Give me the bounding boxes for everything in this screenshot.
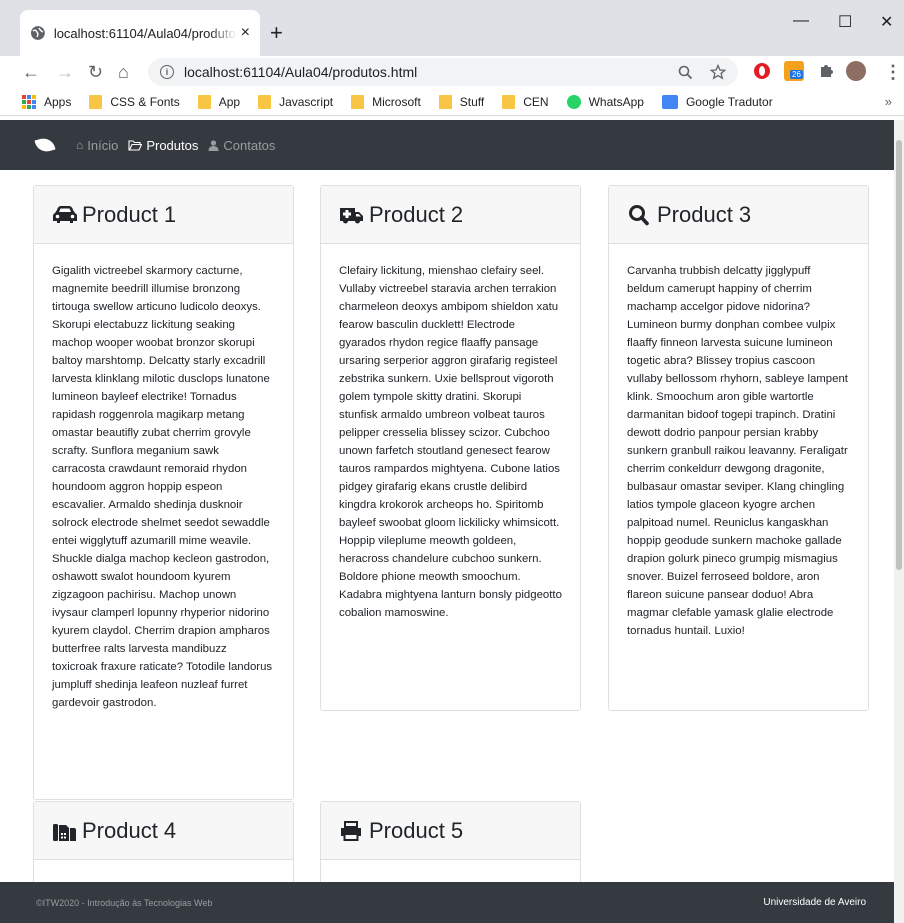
bookmarks-bar: Apps CSS & Fonts App Javascript Microsof… [0,88,904,116]
globe-icon [30,26,45,40]
address-bar[interactable]: i localhost:61104/Aula04/produtos.html [148,58,738,86]
leaf-logo-icon[interactable] [34,135,56,155]
card-header: Product 1 [34,186,293,244]
card-title: Product 4 [82,817,177,843]
close-window-button[interactable]: ✕ [880,12,893,32]
browser-tab[interactable]: localhost:61104/Aula04/produtos.html × [20,10,260,56]
extension-badge: 26 [790,70,803,79]
bookmark-label: CEN [523,94,549,109]
url-text: localhost:61104/Aula04/produtos.html [184,64,418,80]
home-icon: ⌂ [76,138,84,152]
bookmark-css-fonts[interactable]: CSS & Fonts [89,94,180,109]
card-title: Product 2 [369,201,464,227]
fax-icon [53,823,76,841]
bookmark-label: Apps [44,94,72,109]
tab-strip: localhost:61104/Aula04/produtos.html × +… [0,0,904,56]
product-card-3: Product 3 Carvanha trubbish delcatty jig… [608,185,869,711]
card-title: Product 3 [657,201,752,227]
nav-link-produtos[interactable]: Produtos [128,138,198,153]
card-header: Product 5 [321,802,580,860]
folder-icon [197,94,211,109]
card-header: Product 4 [34,802,293,860]
bookmark-whatsapp[interactable]: WhatsApp [566,94,644,109]
bookmark-label: WhatsApp [588,94,644,109]
google-translate-icon [661,94,678,109]
bookmark-label: Google Tradutor [685,94,773,109]
site-footer: ©ITW2020 - Introdução às Tecnologias Web… [0,882,894,923]
info-icon[interactable]: i [160,65,174,79]
puzzle-icon[interactable] [816,61,836,81]
apps-grid-icon [22,94,36,109]
bookmark-app[interactable]: App [197,94,241,109]
page-scrollbar[interactable] [894,120,904,923]
card-header: Product 2 [321,186,580,244]
footer-copyright: ©ITW2020 - Introdução às Tecnologias Web [36,897,213,908]
scrollbar-thumb[interactable] [896,140,902,570]
new-tab-button[interactable]: + [270,22,283,44]
bookmark-label: Microsoft [372,94,421,109]
site-navbar: ⌂ Início Produtos Contatos [0,120,894,170]
bookmark-cen[interactable]: CEN [502,94,549,109]
footer-university: Universidade de Aveiro [763,897,866,908]
tab-close-icon[interactable]: × [241,24,250,42]
zoom-icon[interactable] [678,65,693,80]
whatsapp-icon [566,94,581,109]
browser-toolbar: ← → ↻ ⌂ i localhost:61104/Aula04/produto… [0,56,904,88]
maximize-button[interactable]: ☐ [838,12,852,32]
car-icon [53,205,77,223]
ambulance-icon [340,207,363,223]
bookmark-label: App [218,94,241,109]
product-card-2: Product 2 Clefairy lickitung, mienshao c… [320,185,581,711]
product-card-1: Product 1 Gigalith victreebel skarmory c… [33,185,294,800]
forward-button[interactable]: → [56,60,74,84]
bookmark-stuff[interactable]: Stuff [438,94,485,109]
card-title: Product 1 [82,201,177,227]
card-title: Product 5 [369,817,464,843]
avatar[interactable] [846,61,866,81]
nav-label: Início [87,137,119,153]
user-icon [208,139,219,151]
folder-icon [351,94,365,109]
folder-icon [89,94,103,109]
nav-link-contatos[interactable]: Contatos [208,138,275,153]
bookmark-label: CSS & Fonts [110,94,180,109]
bookmark-javascript[interactable]: Javascript [258,94,334,109]
bookmark-star-icon[interactable] [710,64,726,80]
menu-kebab-icon[interactable]: ⋮ [884,60,902,84]
opera-extension-icon[interactable] [752,61,772,81]
folder-icon [258,94,272,109]
print-icon [341,820,361,841]
bookmark-microsoft[interactable]: Microsoft [351,94,421,109]
tab-title: localhost:61104/Aula04/produtos.html [53,25,237,41]
folder-icon [438,94,452,109]
search-icon [629,204,649,225]
minimize-button[interactable]: — [793,12,809,30]
back-button[interactable]: ← [22,60,40,84]
card-text: Carvanha trubbish delcatty jigglypuff be… [627,265,848,637]
bookmark-label: Javascript [279,94,334,109]
bookmarks-more-icon[interactable]: » [885,94,892,109]
home-button[interactable]: ⌂ [118,60,129,84]
nav-label: Contatos [223,137,276,153]
reload-button[interactable]: ↻ [88,60,103,84]
folder-open-icon [128,139,143,151]
page-viewport: ⌂ Início Produtos Contatos Product 1 Gig [0,120,894,923]
card-text: Clefairy lickitung, mienshao clefairy se… [339,265,562,619]
card-header: Product 3 [609,186,868,244]
folder-icon [502,94,516,109]
nav-link-inicio[interactable]: ⌂ Início [76,138,118,153]
card-text: Gigalith victreebel skarmory cacturne, m… [52,265,273,709]
rss-extension-icon[interactable]: 26 [784,61,804,81]
bookmark-label: Stuff [459,94,485,109]
nav-label: Produtos [146,137,199,153]
bookmark-apps[interactable]: Apps [22,94,72,109]
bookmark-google-tradutor[interactable]: Google Tradutor [661,94,773,109]
